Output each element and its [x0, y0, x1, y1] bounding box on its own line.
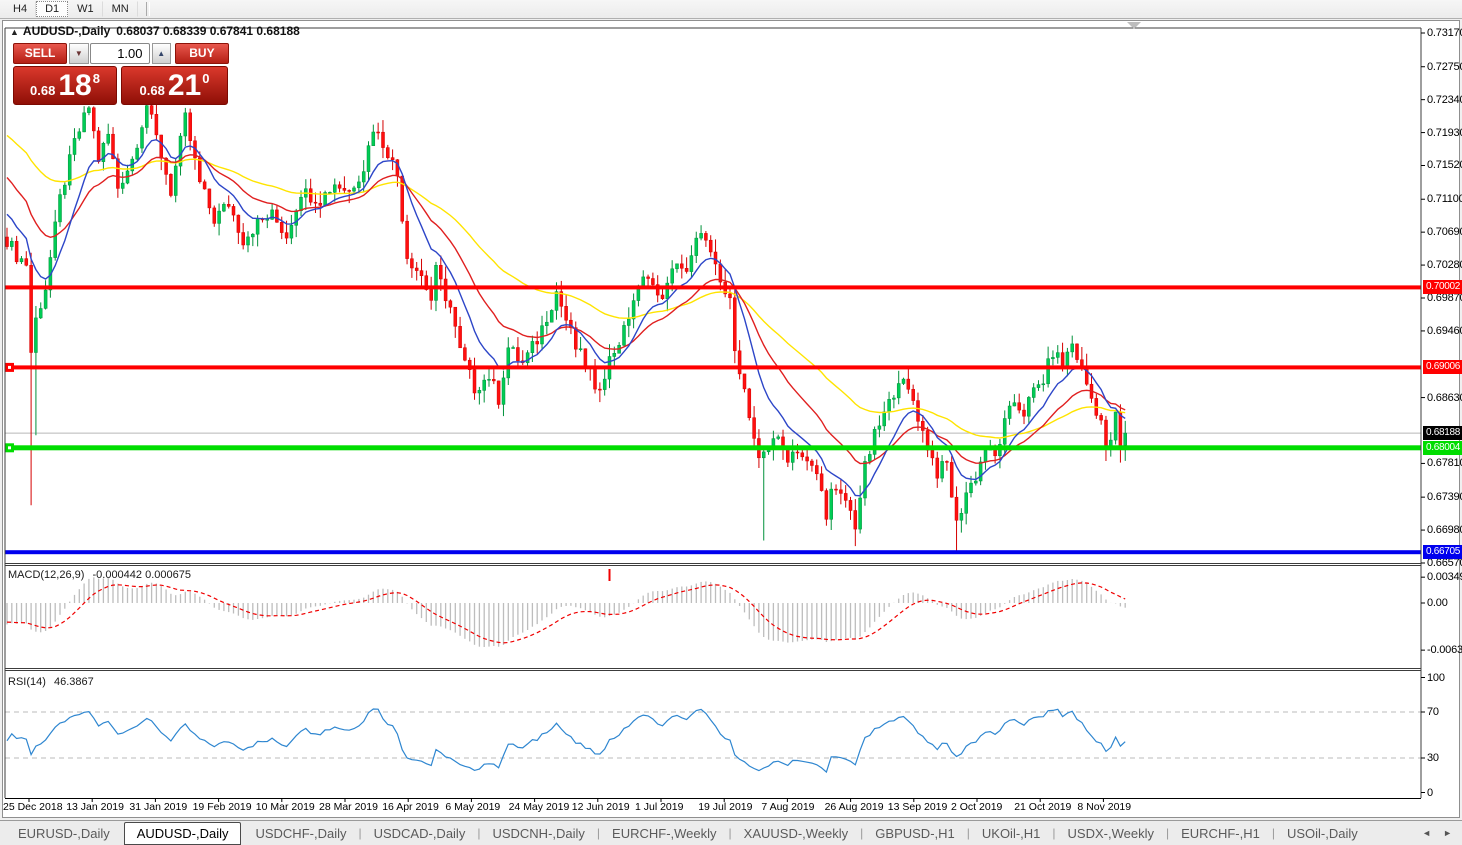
rsi-indicator-label: RSI(14) 46.3867	[8, 676, 94, 688]
buy-price-main: 21	[167, 68, 202, 102]
sell-price-prefix: 0.68	[30, 83, 56, 98]
chart-tab-eurusd-daily[interactable]: EURUSD-,Daily	[6, 822, 122, 845]
macd-indicator-label: MACD(12,26,9) -0.000442 0.000675	[8, 569, 191, 581]
sell-button[interactable]: SELL	[13, 43, 68, 64]
chart-tab-usdchf-daily[interactable]: USDCHF-,Daily	[243, 822, 358, 845]
sell-price-main: 18	[58, 68, 92, 102]
chart-title: ▲ AUDUSD-,Daily 0.68037 0.68339 0.67841 0.…	[10, 24, 300, 38]
chart-tab-eurchf-weekly[interactable]: EURCHF-,Weekly	[600, 822, 729, 845]
timeframe-buttons: H4 D1 W1 MN	[4, 0, 138, 18]
volume-increase-button[interactable]: ▲	[151, 43, 171, 64]
rsi-indicator-value: 46.3867	[53, 676, 94, 688]
chart-tab-usoil-daily[interactable]: USOil-,Daily	[1275, 822, 1370, 845]
chart-tab-gbpusd-h1[interactable]: GBPUSD-,H1	[863, 822, 966, 845]
sell-price-box[interactable]: 0.68 18 8	[13, 66, 117, 105]
volume-input[interactable]	[89, 43, 150, 64]
toolbar-separator	[145, 2, 150, 16]
buy-price-box[interactable]: 0.68 21 0	[121, 66, 228, 105]
collapse-chart-icon[interactable]: ▲	[10, 27, 19, 37]
chart-tab-usdcnh-daily[interactable]: USDCNH-,Daily	[480, 822, 596, 845]
buy-price-pip: 0	[202, 71, 210, 86]
tab-scroll-right-icon[interactable]: ►	[1443, 828, 1452, 838]
tab-scroll-arrows: ◄ ►	[1422, 821, 1452, 845]
chart-tab-ukoil-h1[interactable]: UKOil-,H1	[970, 822, 1053, 845]
timeframe-button-h4[interactable]: H4	[4, 1, 37, 17]
chart-tab-xauusd-weekly[interactable]: XAUUSD-,Weekly	[732, 822, 861, 845]
macd-indicator-name: MACD(12,26,9)	[8, 569, 85, 581]
sell-price-pip: 8	[92, 71, 100, 86]
timeframe-button-d1[interactable]: D1	[36, 1, 69, 17]
macd-indicator-values: -0.000442 0.000675	[92, 569, 191, 581]
volume-decrease-button[interactable]: ▼	[69, 43, 89, 64]
buy-price-prefix: 0.68	[139, 83, 165, 98]
chart-tab-eurchf-h1[interactable]: EURCHF-,H1	[1169, 822, 1272, 845]
chart-tab-audusd-daily[interactable]: AUDUSD-,Daily	[123, 821, 242, 845]
chart-ohlc-quote: 0.68037 0.68339 0.67841 0.68188	[116, 24, 300, 38]
rsi-indicator-name: RSI(14)	[8, 676, 46, 688]
timeframe-button-mn[interactable]: MN	[103, 1, 138, 17]
one-click-trading-widget: SELL ▼ ▲ BUY 0.68 18 8 0.68 21 0	[13, 43, 229, 105]
chart-tab-usdx-weekly[interactable]: USDX-,Weekly	[1056, 822, 1166, 845]
chart-tab-bar: EURUSD-,Daily AUDUSD-,Daily USDCHF-,Daily |…	[0, 820, 1462, 845]
timeframe-button-w1[interactable]: W1	[68, 1, 103, 17]
chart-window	[2, 20, 1460, 818]
buy-button[interactable]: BUY	[174, 43, 229, 64]
tab-scroll-left-icon[interactable]: ◄	[1422, 828, 1431, 838]
chart-tab-usdcad-daily[interactable]: USDCAD-,Daily	[362, 822, 478, 845]
timeframe-toolbar: H4 D1 W1 MN	[0, 0, 1462, 19]
chart-tabs: EURUSD-,Daily AUDUSD-,Daily USDCHF-,Daily |…	[0, 821, 1370, 845]
chart-symbol-period: AUDUSD-,Daily	[22, 24, 111, 38]
